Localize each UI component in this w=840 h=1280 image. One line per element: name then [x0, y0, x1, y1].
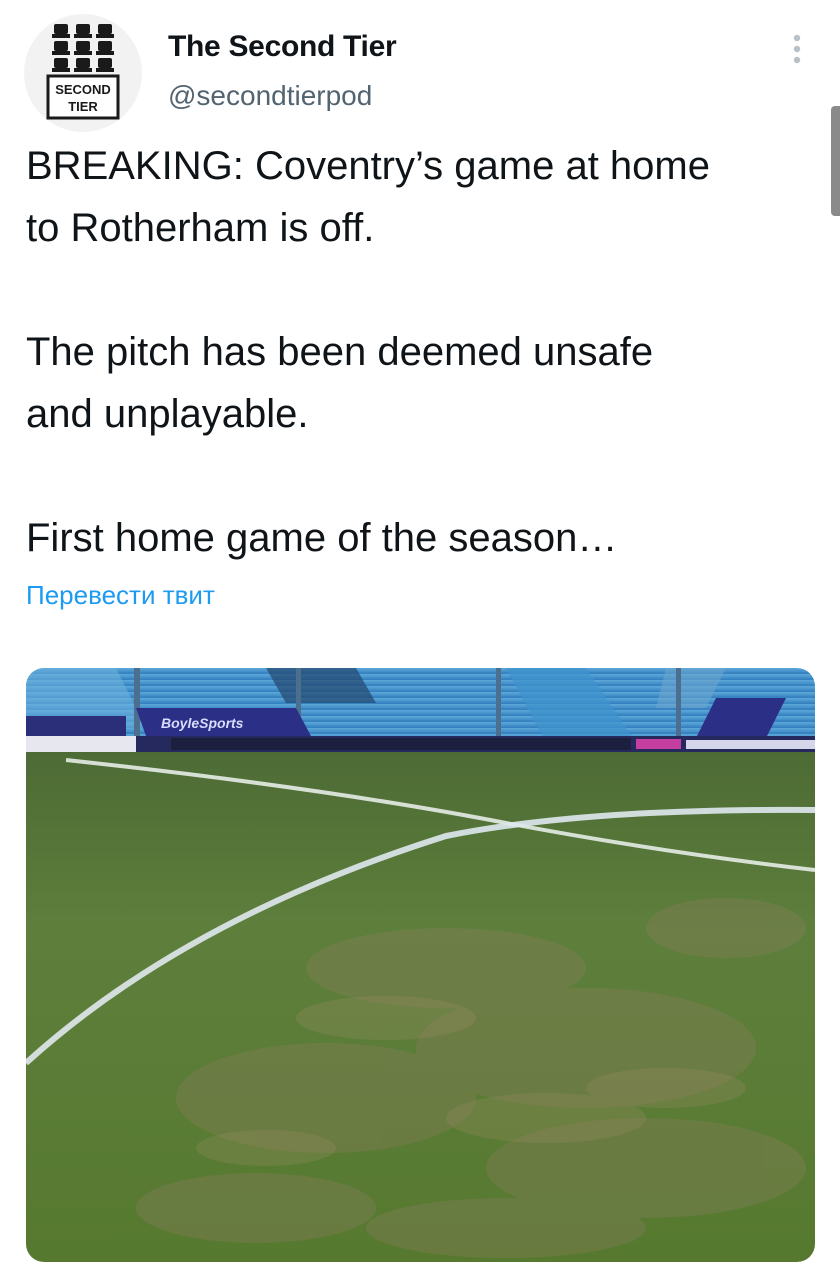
tweet-paragraph: The pitch has been deemed unsafe and unp…	[26, 330, 654, 436]
avatar-text-line1: SECOND	[55, 82, 111, 97]
stadium-seats-logo-icon: SECOND TIER	[46, 24, 120, 120]
avatar[interactable]: SECOND TIER	[24, 14, 142, 132]
tweet-text: BREAKING: Coventry’s game at home to Rot…	[26, 135, 826, 569]
tweet-media-photo[interactable]: BoyleSports	[26, 668, 815, 1262]
avatar-text-line2: TIER	[68, 99, 98, 114]
tweet-paragraph: First home game of the season…	[26, 516, 618, 560]
more-options-button[interactable]	[782, 30, 812, 70]
tweet-paragraph: BREAKING: Coventry’s game at home to Rot…	[26, 144, 710, 250]
translate-tweet-link[interactable]: Перевести твит	[26, 580, 215, 611]
ad-board-text: BoyleSports	[161, 715, 244, 731]
more-vertical-icon	[793, 34, 801, 64]
scrollbar-thumb[interactable]	[831, 106, 840, 216]
stadium-pitch-photo: BoyleSports	[26, 668, 815, 1262]
author-handle[interactable]: @secondtierpod	[168, 80, 372, 112]
author-name[interactable]: The Second Tier	[168, 30, 397, 64]
